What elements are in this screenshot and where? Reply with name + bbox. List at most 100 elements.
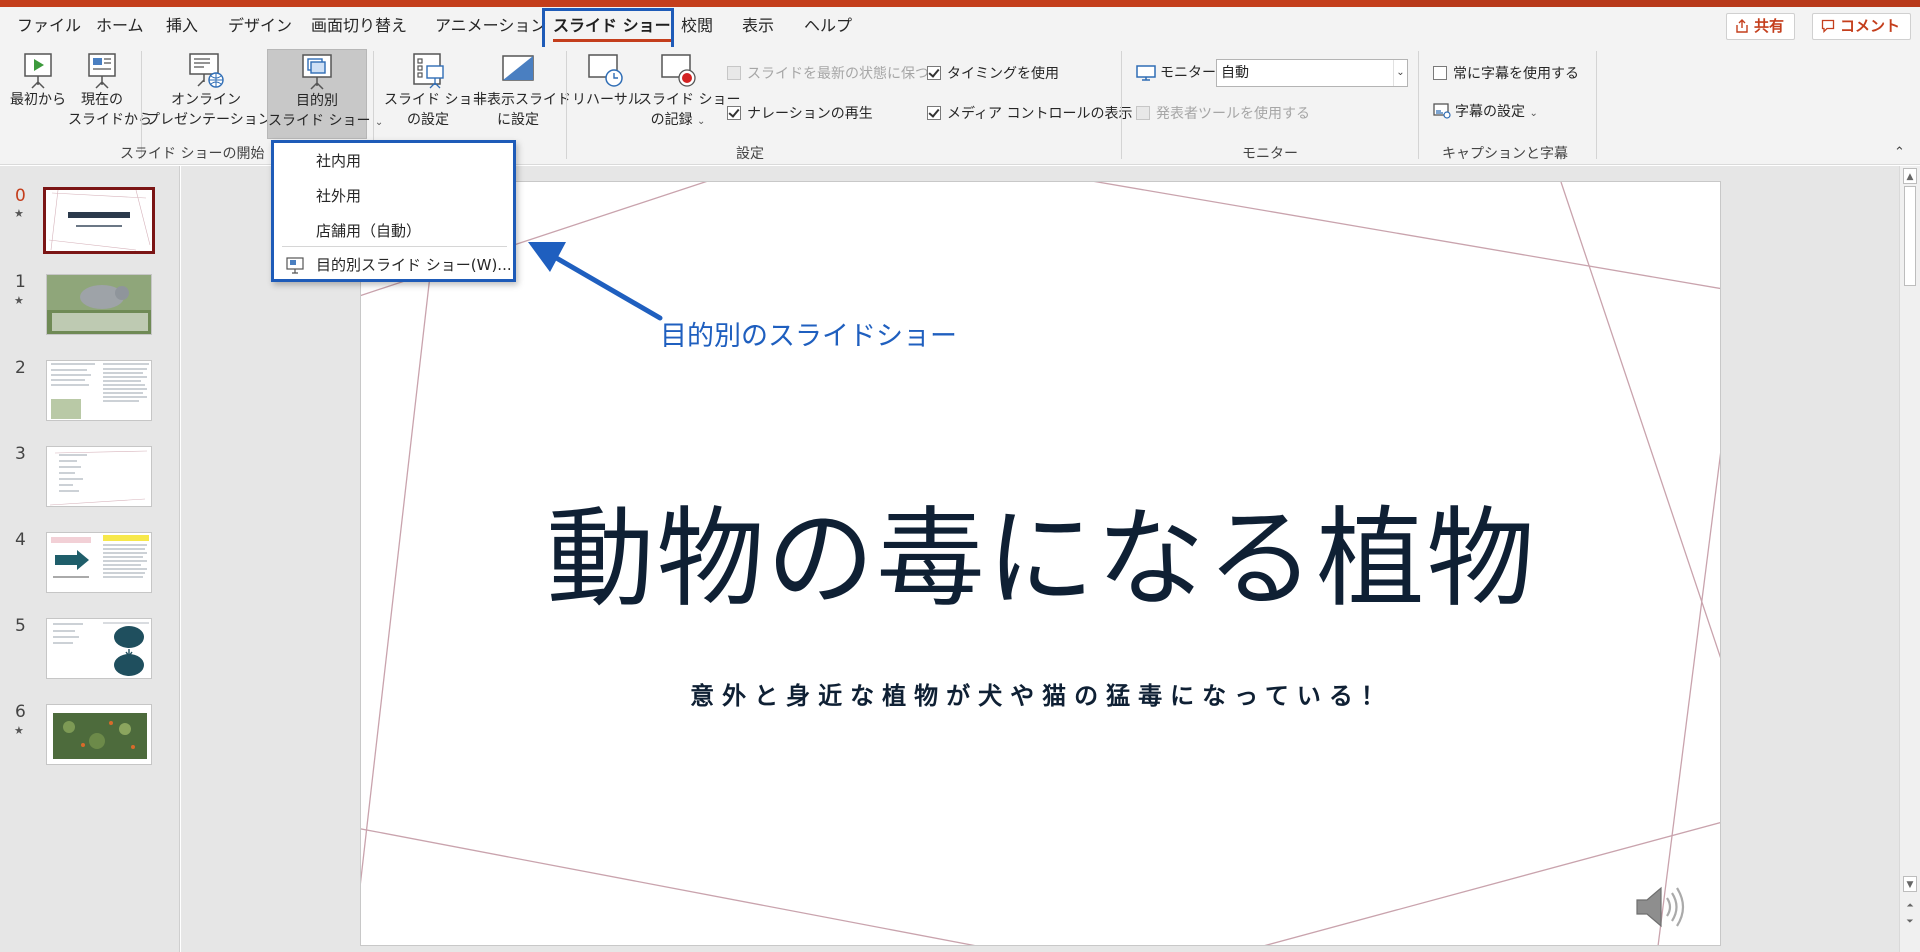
- custom-slideshow-button[interactable]: 目的別 スライド ショー ⌄: [267, 49, 383, 139]
- custom-show-item-internal[interactable]: 社内用: [274, 145, 513, 177]
- custom-slideshow-icon: [302, 54, 332, 90]
- slide-subtitle[interactable]: 意外と身近な植物が犬や猫の猛毒になっている！: [361, 676, 1720, 711]
- collapse-ribbon-icon[interactable]: ⌃: [1894, 145, 1905, 160]
- custom-shows-menu-item[interactable]: 目的別スライド ショー(W)...: [274, 249, 513, 281]
- share-icon: [1736, 19, 1748, 33]
- setup-slideshow-label-1: スライド ショー: [384, 92, 487, 108]
- custom-slideshow-icon: [286, 257, 304, 274]
- slideshow-tab-highlight-box: [542, 8, 674, 52]
- keep-slides-updated-checkbox[interactable]: スライドを最新の状態に保つ: [727, 64, 929, 84]
- hide-slide-button[interactable]: 非表示スライド に設定: [473, 49, 571, 139]
- next-slide-icon[interactable]: ⏷: [1903, 914, 1917, 930]
- slide-thumbnail-3[interactable]: [46, 446, 152, 507]
- rehearse-timings-button[interactable]: リハーサル: [572, 49, 642, 139]
- slide-number: 2: [15, 358, 26, 378]
- tab-file[interactable]: ファイル: [17, 7, 81, 47]
- use-timings-checkbox[interactable]: タイミングを使用: [927, 64, 1059, 84]
- checkbox-checked: [727, 106, 741, 120]
- comment-button[interactable]: コメント: [1812, 13, 1912, 40]
- callout-annotation-text: 目的別のスライドショー: [660, 321, 957, 352]
- group-separator: [1418, 51, 1419, 159]
- setup-slideshow-button[interactable]: スライド ショー の設定: [384, 49, 487, 139]
- slide-thumbnail-6[interactable]: [46, 704, 152, 765]
- scrollbar-thumb[interactable]: [1904, 186, 1916, 286]
- custom-slideshow-label-1: 目的別: [296, 93, 338, 109]
- tab-animations[interactable]: アニメーション: [435, 7, 546, 47]
- tab-help[interactable]: ヘルプ: [804, 7, 852, 47]
- subtitle-settings-label: 字幕の設定: [1455, 104, 1525, 120]
- slide-thumbnail-0[interactable]: [43, 187, 155, 254]
- share-button[interactable]: 共有: [1726, 13, 1796, 40]
- animation-star-icon: ★: [14, 294, 24, 307]
- comment-label: コメント: [1840, 17, 1901, 35]
- ribbon-inner-separator: [566, 51, 567, 159]
- play-from-current-icon: [88, 53, 116, 89]
- diagram-slide-thumbnail: [51, 535, 149, 578]
- ribbon-tab-row: ファイル ホーム 挿入 デザイン 画面切り替え アニメーション スライド ショー…: [0, 7, 1920, 52]
- title-accent-bar: [0, 0, 1920, 7]
- custom-shows-menu-label: 目的別スライド ショー(W)...: [316, 256, 512, 274]
- checkbox-checked: [927, 66, 941, 80]
- vertical-scrollbar[interactable]: ▲ ▼ ⏶ ⏷: [1899, 166, 1920, 952]
- tab-transitions[interactable]: 画面切り替え: [311, 7, 407, 47]
- tab-view[interactable]: 表示: [742, 7, 774, 47]
- rehearse-label: リハーサル: [572, 92, 642, 108]
- monitor-label: モニター:: [1160, 65, 1221, 81]
- use-timings-label: タイミングを使用: [947, 66, 1059, 82]
- from-current-slide-button[interactable]: 現在の スライドから: [68, 49, 152, 139]
- checkbox-box: [727, 66, 741, 80]
- slide-thumbnail-2[interactable]: [46, 360, 152, 421]
- group-separator: [1121, 51, 1122, 159]
- tab-insert[interactable]: 挿入: [166, 7, 198, 47]
- custom-show-item-external[interactable]: 社外用: [274, 180, 513, 212]
- scroll-down-arrow-icon[interactable]: ▼: [1903, 876, 1917, 892]
- from-beginning-button[interactable]: 最初から: [8, 49, 68, 139]
- record-icon: [661, 54, 696, 87]
- slide-number: 5: [15, 616, 26, 636]
- setup-group-label: 設定: [736, 146, 764, 162]
- online-presentation-icon: [189, 53, 224, 88]
- chevron-down-icon: ⌄: [697, 116, 706, 127]
- start-group-label: スライド ショーの開始: [120, 146, 265, 162]
- online-presentation-button[interactable]: オンライン プレゼンテーション ⌄: [146, 49, 285, 139]
- dropdown-separator: [282, 246, 507, 247]
- comment-icon: [1821, 19, 1835, 33]
- subtitle-settings-button[interactable]: 字幕の設定 ⌄: [1433, 102, 1538, 122]
- slide-thumbnail-4[interactable]: [46, 532, 152, 593]
- tab-design[interactable]: デザイン: [228, 7, 292, 47]
- group-separator: [1596, 51, 1597, 159]
- checkbox-checked: [927, 106, 941, 120]
- diagram-slide-thumbnail: [53, 622, 149, 676]
- always-use-subtitles-checkbox[interactable]: 常に字幕を使用する: [1433, 64, 1579, 84]
- rehearse-timer-icon: [588, 54, 623, 87]
- record-label-2: の記録: [650, 112, 693, 128]
- tab-home[interactable]: ホーム: [96, 7, 144, 47]
- share-label: 共有: [1754, 17, 1785, 35]
- online-presentation-label-1: オンライン: [171, 92, 241, 108]
- show-media-controls-checkbox[interactable]: メディア コントロールの表示: [927, 104, 1132, 124]
- presenter-view-checkbox[interactable]: 発表者ツールを使用する: [1136, 104, 1310, 124]
- slide-thumbnail-graphic: [48, 190, 151, 251]
- animation-star-icon: ★: [14, 724, 24, 737]
- custom-show-item-store[interactable]: 店舗用（自動）: [274, 215, 513, 247]
- scroll-up-arrow-icon[interactable]: ▲: [1903, 168, 1917, 184]
- monitor-select[interactable]: 自動 ⌄: [1216, 59, 1408, 87]
- previous-slide-icon[interactable]: ⏶: [1903, 898, 1917, 914]
- tab-review[interactable]: 校閲: [681, 7, 713, 47]
- slide-number: 4: [15, 530, 26, 550]
- chevron-down-icon: ⌄: [374, 117, 384, 128]
- play-narrations-label: ナレーションの再生: [747, 106, 873, 122]
- presenter-view-label: 発表者ツールを使用する: [1156, 106, 1310, 122]
- cat-photo-thumbnail: [47, 275, 151, 334]
- record-slideshow-button[interactable]: スライド ショー の記録 ⌄: [638, 49, 740, 139]
- chevron-down-icon: ⌄: [1393, 60, 1407, 86]
- setup-slideshow-icon: [413, 53, 444, 89]
- text-slide-thumbnail: [51, 363, 149, 419]
- play-narrations-checkbox[interactable]: ナレーションの再生: [727, 104, 873, 124]
- slide-thumbnail-5[interactable]: [46, 618, 152, 679]
- always-use-subtitles-label: 常に字幕を使用する: [1453, 66, 1579, 82]
- slide-thumbnail-1[interactable]: [46, 274, 152, 335]
- speaker-icon[interactable]: [1631, 882, 1691, 932]
- slide-title[interactable]: 動物の毒になる植物: [361, 472, 1720, 628]
- monitor-icon: [1136, 65, 1156, 81]
